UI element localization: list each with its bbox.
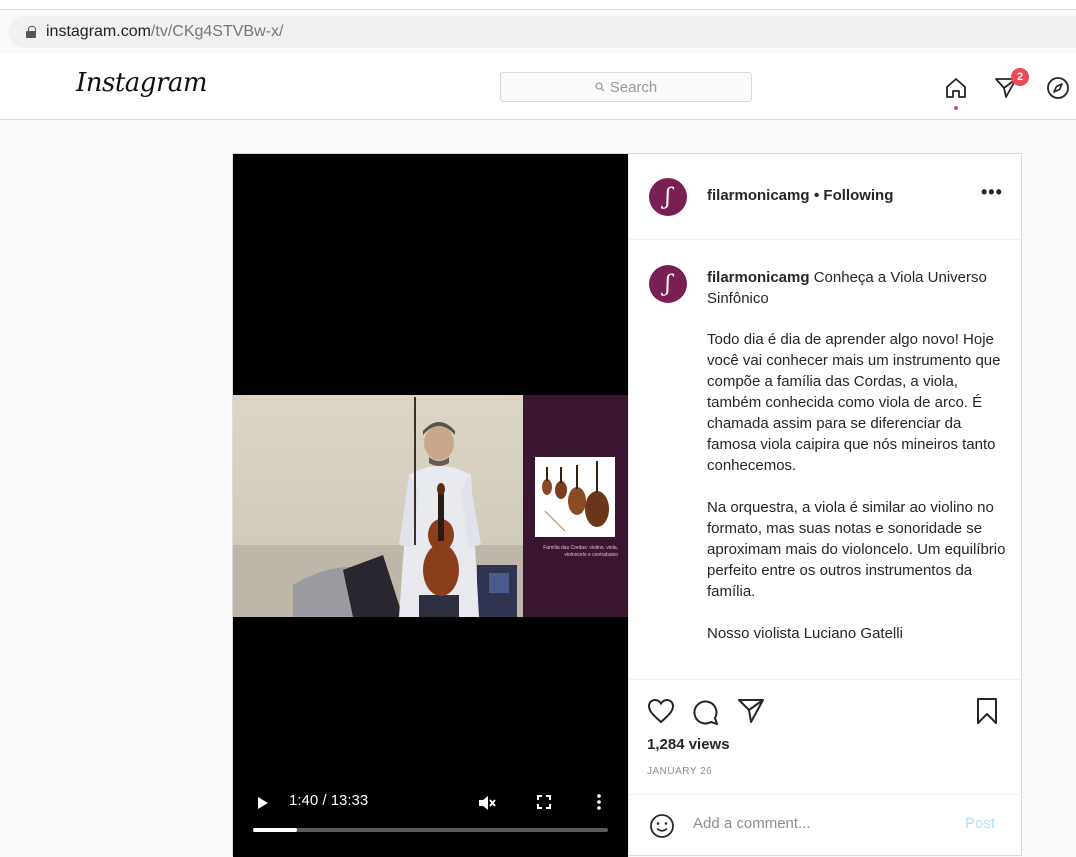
emoji-icon[interactable] (649, 813, 675, 839)
avatar[interactable]: ʃ (649, 178, 687, 216)
post-date[interactable]: JANUARY 26 (647, 766, 712, 777)
video-player[interactable]: Família das Cordas: violino, viola, viol… (233, 154, 628, 857)
video-title-panel: Família das Cordas: violino, viola, viol… (523, 395, 628, 617)
like-heart-icon[interactable] (647, 698, 675, 724)
post-sidebar: ʃ filarmonicamg • Following ••• ʃ filarm… (628, 154, 1023, 857)
post-header: ʃ filarmonicamg • Following ••• (629, 154, 1023, 240)
lock-icon (26, 26, 36, 38)
play-icon[interactable] (257, 796, 269, 810)
mute-icon[interactable] (477, 793, 497, 813)
caption-scroll-area[interactable]: ʃ filarmonicamg Conheça a Viola Universo… (629, 241, 1023, 679)
video-progress-fill (253, 828, 298, 832)
post-comment-button[interactable]: Post (965, 815, 995, 832)
string-family-image (535, 457, 615, 537)
search-input[interactable]: Search (500, 72, 752, 102)
violist-illustration (233, 397, 523, 617)
fullscreen-icon[interactable] (537, 795, 551, 809)
save-bookmark-icon[interactable] (975, 697, 999, 725)
video-frame: Família das Cordas: violino, viola, viol… (233, 395, 628, 617)
home-active-dot (954, 106, 958, 110)
caption-body: Todo dia é dia de aprender algo novo! Ho… (707, 329, 1012, 665)
follow-status[interactable]: • Following (814, 187, 893, 204)
search-icon (595, 82, 605, 92)
comment-icon[interactable] (691, 698, 719, 726)
video-panel-caption: Família das Cordas: violino, viola, viol… (543, 545, 618, 558)
caption-paragraph: Na orquestra, a viola é similar ao violi… (707, 499, 1006, 600)
igtv-post: Família das Cordas: violino, viola, viol… (232, 153, 1023, 857)
string-instruments-icon (542, 461, 609, 532)
address-bar[interactable]: instagram.com/tv/CKg4STVBw-x/ (8, 16, 1076, 48)
explore-icon[interactable] (1046, 76, 1070, 100)
post-actions: 1,284 views JANUARY 26 (629, 679, 1023, 794)
video-progress-bar[interactable] (253, 828, 608, 832)
view-count[interactable]: 1,284 views (647, 736, 730, 753)
post-more-button[interactable]: ••• (981, 182, 1003, 203)
url-path: /tv/CKg4STVBw-x/ (150, 23, 284, 40)
comment-input[interactable]: Add a comment... (693, 815, 811, 832)
comment-bar: Add a comment... Post (629, 794, 1023, 856)
caption-header: filarmonicamg Conheça a Viola Universo S… (707, 267, 1007, 309)
browser-tab-strip (0, 0, 1076, 10)
video-controls: 1:40 / 13:33 (233, 784, 628, 844)
post-username[interactable]: filarmonicamg (707, 187, 810, 204)
search-placeholder: Search (609, 78, 658, 96)
instagram-header: Instagram Search (0, 54, 1076, 120)
share-icon[interactable] (737, 698, 765, 724)
caption-paragraph: Nosso violista Luciano Gatelli (707, 625, 903, 642)
more-options-icon[interactable] (597, 794, 601, 810)
video-time: 1:40 / 13:33 (289, 792, 369, 809)
direct-badge: 2 (1011, 68, 1029, 86)
caption-avatar[interactable]: ʃ (649, 265, 687, 303)
home-icon[interactable] (944, 76, 968, 100)
caption-paragraph: Todo dia é dia de aprender algo novo! Ho… (707, 331, 1001, 474)
caption-username[interactable]: filarmonicamg (707, 269, 810, 286)
url-host: instagram.com (46, 23, 151, 40)
video-thumbnail-photo (233, 395, 523, 617)
instagram-logo[interactable]: Instagram (76, 68, 208, 98)
